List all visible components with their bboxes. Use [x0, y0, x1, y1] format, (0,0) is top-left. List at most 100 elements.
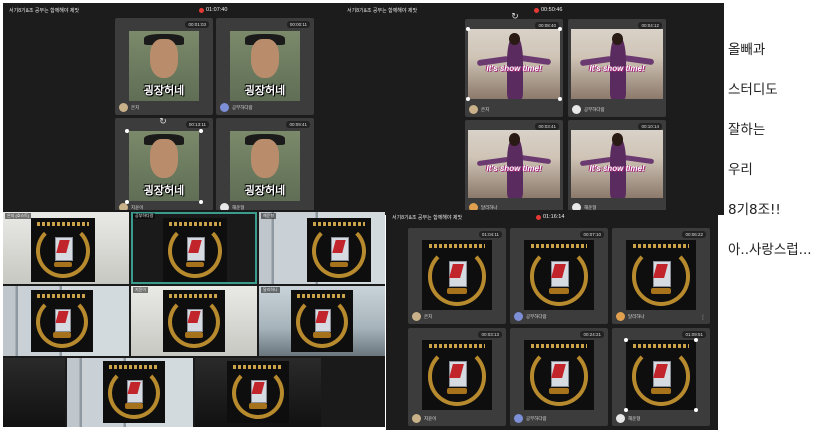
study-time: 00:03:13 [478, 331, 502, 338]
video-cell[interactable] [3, 358, 65, 427]
video-caption: It's show time! [589, 164, 645, 173]
participant-label: 은지 (호스트) [5, 213, 32, 219]
study-room-window-bottom-right: 서기8기&조 공부는 함께해야 제맛 01:16:14 01:04:11 은지 … [386, 210, 718, 430]
avatar [412, 312, 421, 321]
study-time: 00:04:12 [638, 22, 662, 29]
caption-line: 올빼과 [728, 42, 766, 58]
selection-handle[interactable] [694, 338, 698, 342]
participant-tile[interactable]: 굉장허네 00:00:11 공부하다람 [216, 18, 314, 115]
participant-tile[interactable]: It's show time! 00:04:12 공부하다람 [568, 19, 666, 117]
participant-tile[interactable]: 00:06:22 달리하나 ⋮ [612, 228, 710, 324]
selection-handle[interactable] [466, 27, 470, 31]
session-timer: 01:16:14 [536, 213, 564, 221]
avatar [119, 103, 128, 112]
meme-image: 굉장허네 [230, 31, 300, 101]
study-time: 00:10:14 [638, 123, 662, 130]
participant-tile[interactable]: 굉장허네 00:01:03 은지 [115, 18, 213, 115]
participant-tile[interactable]: 01:09:51 해운형 [612, 328, 710, 426]
avatar [616, 312, 625, 321]
caption-line: 잘하는 [728, 122, 766, 138]
study-time: 00:01:03 [185, 21, 209, 28]
participant-name: 은지 [481, 106, 490, 112]
selection-handle[interactable] [199, 129, 203, 133]
avatar [514, 414, 523, 423]
study-badge [422, 240, 492, 310]
side-caption: 올빼과 스터디도 잘하는 우리 8기8조!! 아..사랑스럽... [728, 20, 838, 280]
video-cell[interactable] [67, 358, 193, 427]
selection-handle[interactable] [558, 97, 562, 101]
participant-name: 공부하다람 [232, 104, 253, 110]
participant-tile[interactable]: 00:03:13 지윤이 [408, 328, 506, 426]
participant-tile[interactable]: 굉장허네 00:13:11 지윤이 [115, 118, 213, 215]
study-room-window-top-left: 서기8기&조 공부는 함께해야 제맛 01:07:40 굉장허네 00:01:0… [3, 3, 341, 215]
video-cell[interactable]: 공부하다람 [131, 212, 257, 284]
selection-handle[interactable] [466, 97, 470, 101]
participant-name: 공부하다람 [526, 415, 547, 421]
video-cell[interactable] [3, 286, 129, 356]
study-time: 00:06:22 [682, 231, 706, 238]
record-icon [199, 7, 204, 13]
meme-caption: 굉장허네 [244, 85, 286, 98]
selection-handle[interactable] [125, 200, 129, 204]
participant-tile[interactable]: 01:04:11 은지 [408, 228, 506, 324]
study-time: 01:09:51 [682, 331, 706, 338]
video-caption: It's show time! [486, 164, 542, 173]
participant-name: 달리하나 [628, 313, 645, 319]
meme-image: 굉장허네 [230, 131, 300, 201]
record-icon [534, 7, 539, 13]
study-time: 00:24:21 [580, 331, 604, 338]
timer-text: 00:50:46 [541, 7, 563, 13]
caption-line: 스터디도 [728, 82, 778, 98]
avatar [514, 312, 523, 321]
participant-name: 은지 [424, 313, 433, 319]
video-caption: It's show time! [486, 64, 542, 73]
participant-name: 공부하다람 [584, 106, 605, 112]
window-header: 서기8기&조 공부는 함께해야 제맛 [3, 3, 341, 17]
participant-tile[interactable]: 00:07:10 공부하다람 [510, 228, 608, 324]
selection-handle[interactable] [125, 129, 129, 133]
video-cell[interactable]: 해운형 [259, 212, 385, 284]
timer-text: 01:07:40 [206, 7, 228, 13]
avatar [572, 105, 581, 114]
participant-tile[interactable]: 00:24:21 공부하다람 [510, 328, 608, 426]
record-icon [536, 214, 541, 220]
video-image: It's show time! [571, 130, 663, 198]
participant-name: 은지 [131, 104, 140, 110]
participant-label: 공부하다람 [133, 213, 156, 219]
participant-tile[interactable]: It's show time! 00:08:40 은지 [465, 19, 563, 117]
rotate-icon[interactable]: ↻ [159, 117, 167, 126]
caption-line: 아..사랑스럽... [728, 242, 812, 258]
session-timer: 01:07:40 [199, 6, 227, 14]
more-options-icon[interactable]: ⋮ [700, 314, 706, 321]
study-badge [163, 218, 227, 282]
window-title: 서기8기&조 공부는 함께해야 제맛 [392, 214, 463, 221]
participant-name: 해운형 [628, 415, 641, 421]
avatar [220, 103, 229, 112]
caption-line: 8기8조!! [728, 202, 781, 218]
video-image: It's show time! [468, 29, 560, 99]
study-badge [103, 361, 165, 423]
video-cell[interactable]: 지윤이 [131, 286, 257, 356]
window-title: 서기8기&조 공부는 함께해야 제맛 [9, 7, 80, 14]
study-badge [163, 290, 225, 352]
window-title: 서기8기&조 공부는 함께해야 제맛 [347, 7, 418, 14]
video-caption: It's show time! [589, 64, 645, 73]
video-cell[interactable]: 달리하나 [259, 286, 385, 356]
video-image: It's show time! [468, 130, 560, 198]
selection-handle[interactable] [694, 408, 698, 412]
participant-tile[interactable]: It's show time! 00:03:41 달리하나 [465, 120, 563, 215]
session-timer: 00:50:46 [534, 6, 562, 14]
selection-handle[interactable] [558, 27, 562, 31]
participant-tile[interactable]: It's show time! 00:10:14 해운형 [568, 120, 666, 215]
participant-tile[interactable]: 굉장허네 00:09:41 해운형 [216, 118, 314, 215]
selection-handle[interactable] [199, 200, 203, 204]
selection-handle[interactable] [624, 338, 628, 342]
participant-label: 달리하나 [261, 287, 280, 293]
study-time: 00:08:40 [535, 22, 559, 29]
study-badge [626, 340, 696, 410]
video-cell[interactable] [195, 358, 321, 427]
study-badge [524, 240, 594, 310]
avatar [412, 414, 421, 423]
video-cell[interactable]: 은지 (호스트) [3, 212, 129, 284]
selection-handle[interactable] [624, 408, 628, 412]
